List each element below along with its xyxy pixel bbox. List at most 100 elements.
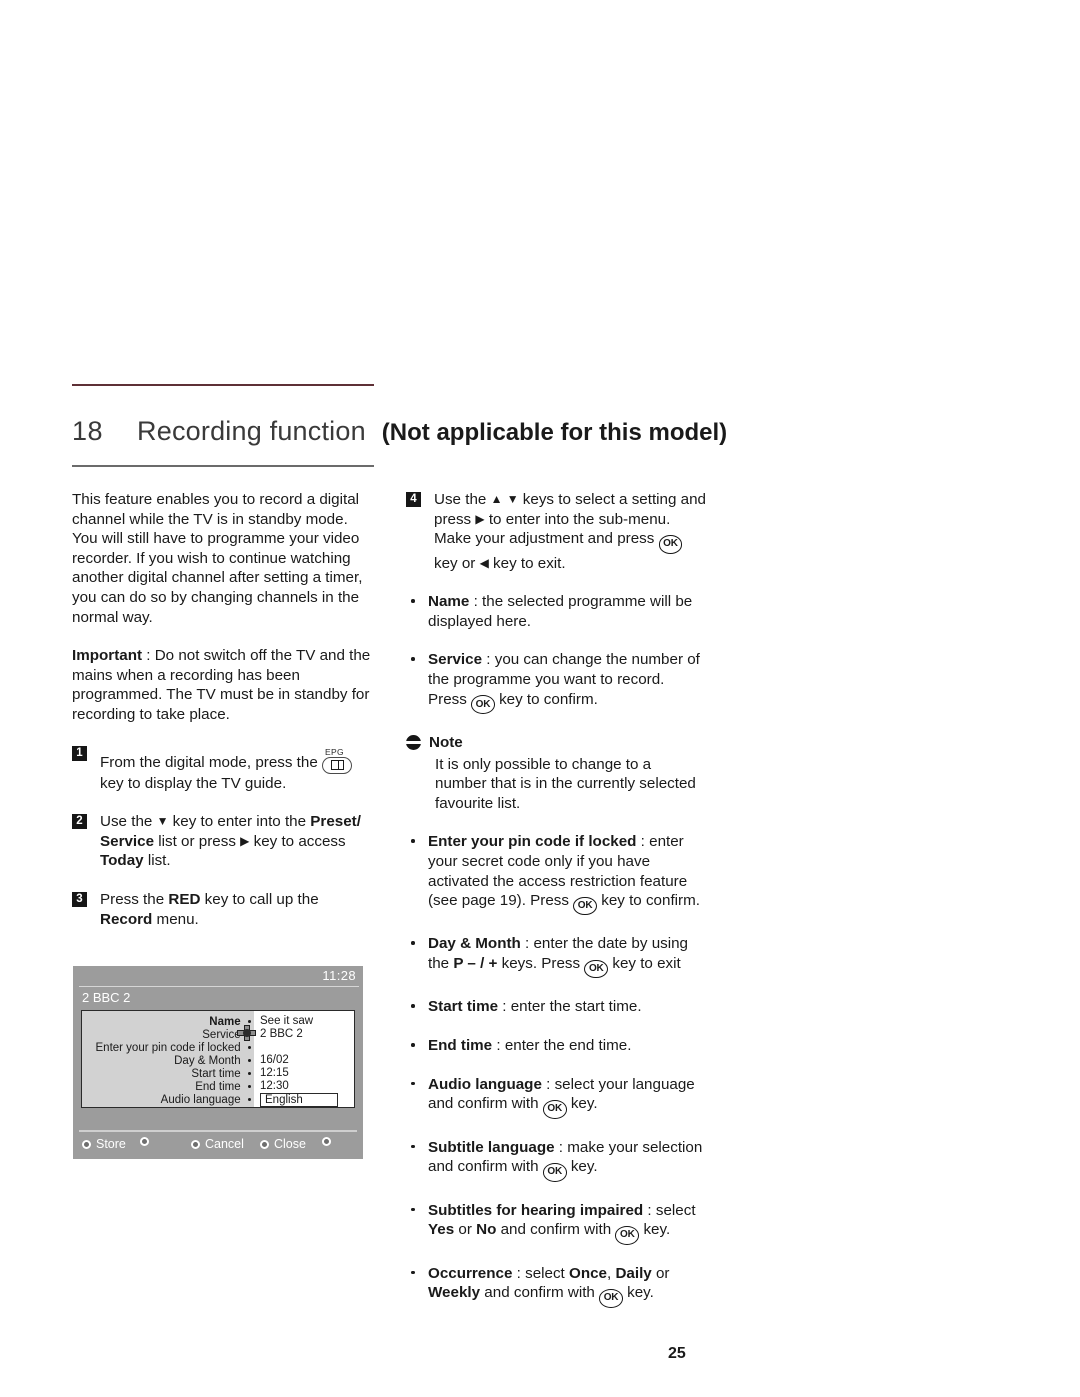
- note-body-wrap: It is only possible to change to a numbe…: [406, 755, 706, 814]
- step-3-t3: menu.: [152, 910, 199, 928]
- tv-value-audio-language[interactable]: English: [260, 1093, 338, 1107]
- step-1-number: 1: [72, 745, 87, 761]
- tv-action-dot: [260, 1139, 269, 1149]
- tv-row-dot: [247, 1097, 251, 1102]
- tv-label-text: Audio language: [160, 1093, 241, 1106]
- bullet-audio-language: Audio language : select your language an…: [406, 1075, 706, 1119]
- note-block: Note It is only possible to change to a …: [406, 733, 706, 813]
- tv-action-dot: [82, 1139, 91, 1149]
- tv-row-dot: [247, 1045, 251, 1050]
- tv-row-dot: [247, 1071, 251, 1076]
- option-daily: Daily: [615, 1264, 652, 1282]
- note-icon: [406, 735, 421, 751]
- tv-action-label: Cancel: [205, 1137, 244, 1151]
- header-rule-top: [72, 384, 374, 386]
- bullet-occurrence-sep: :: [512, 1264, 526, 1282]
- arrow-right-icon: ▶: [475, 511, 485, 526]
- arrow-up-icon: ▲: [490, 492, 503, 506]
- epg-key-icon: EPG: [322, 744, 355, 774]
- tv-record-menu: Name Service Enter your pin code if lock…: [81, 1010, 355, 1108]
- arrow-down-icon: ▼: [506, 492, 519, 506]
- tv-label-text: Enter your pin code if locked: [95, 1041, 241, 1054]
- bullet-occurrence-term: Occurrence: [428, 1264, 513, 1282]
- bullet-dot-icon: [411, 657, 415, 661]
- step-2-number: 2: [72, 814, 87, 830]
- tv-value-start-time: 12:15: [260, 1067, 289, 1079]
- bullet-end-time: End time : enter the end time.: [406, 1036, 706, 1056]
- bullet-occurrence-body2: key.: [622, 1284, 654, 1302]
- intro-paragraph: This feature enables you to record a dig…: [72, 491, 363, 626]
- bullet-hearing-body2: key.: [639, 1221, 671, 1239]
- tv-action-store[interactable]: Store: [82, 1137, 126, 1151]
- tv-action-close[interactable]: Close: [260, 1137, 306, 1151]
- ok-key-icon: OK: [471, 695, 495, 714]
- note-body: It is only possible to change to a numbe…: [435, 755, 696, 812]
- bullet-dot-icon: [411, 941, 415, 946]
- step-1-text-after: key to display the TV guide.: [100, 774, 287, 792]
- important-paragraph: Important : Do not switch off the TV and…: [72, 646, 372, 724]
- arrow-right-icon: ▶: [240, 833, 250, 848]
- bullet-start-term: Start time: [428, 998, 499, 1016]
- step-4: 4 Use the ▲ ▼ keys to select a setting a…: [406, 490, 706, 573]
- tv-row-label-service: Service: [82, 1028, 254, 1041]
- dpad-cursor-icon: [237, 1025, 256, 1041]
- tv-row-dot: [247, 1019, 251, 1024]
- bullet-occurrence-mid3: and confirm with: [480, 1284, 600, 1302]
- bullet-dot-icon: [411, 1081, 415, 1086]
- tv-bottom-divider: [79, 1130, 357, 1132]
- important-label: Important: [72, 647, 143, 665]
- note-title: Note: [429, 733, 463, 751]
- step-2-t2: key to enter into the: [168, 813, 311, 831]
- tv-menu-values: See it saw 2 BBC 2 16/02 12:15 12:30 Eng…: [254, 1011, 354, 1107]
- arrow-left-icon: ◀: [479, 555, 489, 570]
- ok-key-icon: OK: [658, 535, 683, 554]
- bullet-end-term: End time: [428, 1037, 493, 1055]
- tv-top-bar: 11:28: [73, 966, 363, 988]
- bullet-subtitle-body2: key.: [566, 1158, 598, 1176]
- step-4-t5: key to exit.: [488, 554, 566, 572]
- step-4-number: 4: [406, 492, 421, 507]
- bullet-dot-icon: [411, 1004, 415, 1009]
- bullet-dot-icon: [411, 1270, 415, 1275]
- tv-row-dot: [247, 1084, 251, 1089]
- tv-action-bar: Store Cancel Close: [73, 1134, 363, 1156]
- tv-channel-label: 2 BBC 2: [82, 990, 131, 1005]
- tv-row-dot: [247, 1058, 251, 1063]
- page-header: 18 Recording function (Not applicable fo…: [72, 384, 727, 467]
- tv-clock: 11:28: [322, 968, 356, 983]
- step-1-text-before: From the digital mode, press the: [100, 753, 323, 771]
- step-3-b1: RED: [168, 890, 201, 908]
- tv-action-dot: [322, 1137, 331, 1146]
- bullet-pin-body2: key to confirm.: [597, 892, 700, 910]
- bullet-dot-icon: [411, 599, 415, 603]
- step-1: 1 From the digital mode, press the EPG k…: [72, 744, 372, 794]
- tv-action-cancel[interactable]: Cancel: [191, 1137, 244, 1151]
- tv-action-second[interactable]: [140, 1137, 154, 1146]
- step-3-t2: key to call up the: [200, 890, 319, 908]
- tv-action-fifth[interactable]: [322, 1137, 336, 1146]
- bullet-hearing-term: Subtitles for hearing impaired: [428, 1201, 644, 1219]
- bullet-dot-icon: [411, 839, 415, 843]
- tv-row-label-audio-language: Audio language: [82, 1093, 254, 1106]
- left-column: This feature enables you to record a dig…: [72, 490, 372, 948]
- bullet-end-sep: :: [492, 1037, 505, 1055]
- tv-value-pin: [260, 1041, 354, 1054]
- tv-label-text: End time: [195, 1080, 241, 1093]
- tv-label-text: Name: [209, 1015, 241, 1028]
- bullet-service-term: Service: [428, 651, 483, 669]
- tv-value-name: See it saw: [260, 1015, 314, 1027]
- bullet-pin-code: Enter your pin code if locked : enter yo…: [406, 832, 706, 916]
- bullet-day-term: Day & Month: [428, 935, 521, 953]
- option-weekly: Weekly: [428, 1284, 481, 1302]
- tv-row-label-end-time: End time: [82, 1080, 254, 1093]
- step-2-t4: key to access: [249, 832, 346, 850]
- step-4-t1: Use the: [434, 491, 491, 508]
- bullet-subtitle-language: Subtitle language : make your selection …: [406, 1138, 706, 1182]
- bullet-occurrence-mid2: or: [651, 1264, 670, 1282]
- page-title: 18 Recording function (Not applicable fo…: [72, 416, 727, 447]
- bullet-dot-icon: [411, 1144, 415, 1149]
- bullet-name: Name : the selected programme will be di…: [406, 592, 706, 631]
- bullet-start-body: enter the start time.: [510, 998, 642, 1016]
- bullet-occurrence: Occurrence : select Once, Daily or Weekl…: [406, 1264, 706, 1308]
- bullet-name-term: Name: [428, 593, 470, 611]
